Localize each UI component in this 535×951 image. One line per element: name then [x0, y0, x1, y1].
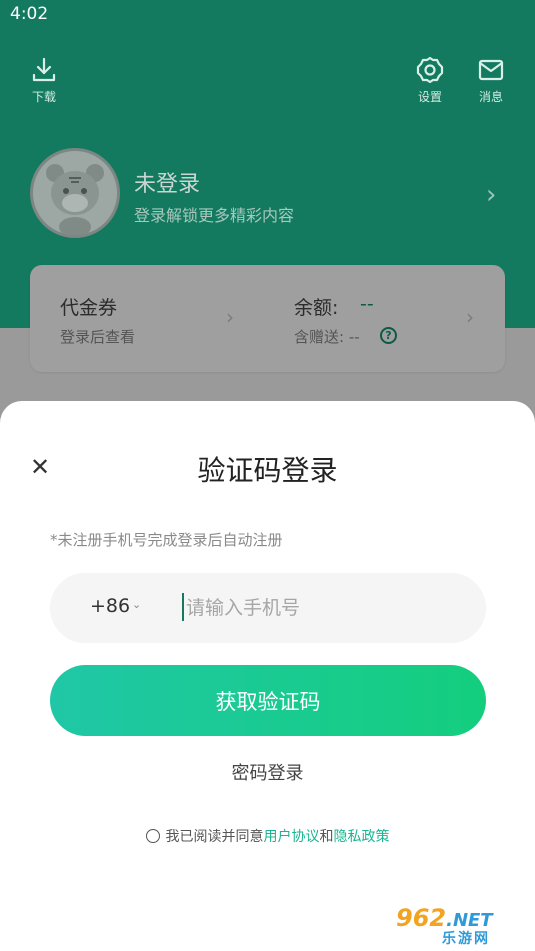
password-login-link[interactable]: 密码登录 [0, 759, 535, 785]
phone-input[interactable] [186, 589, 466, 627]
agreement-row: 我已阅读并同意用户协议和隐私政策 [0, 826, 535, 846]
download-button[interactable]: 下载 [18, 56, 70, 105]
app-screen: 4:02 下载 设置 消息 未登录 登录解锁更多精彩内容 › 代金券 登录后查看… [0, 0, 535, 951]
gear-icon [404, 56, 456, 84]
wallet-card: 代金券 登录后查看 › 余额: -- 含赠送: -- ? › [30, 265, 505, 372]
download-label: 下载 [31, 90, 56, 104]
gift-label: 含赠送: -- [294, 328, 360, 346]
chevron-right-icon[interactable]: › [226, 305, 234, 329]
tiger-mascot-icon [46, 164, 104, 235]
balance-label[interactable]: 余额: [294, 293, 338, 320]
sheet-title: 验证码登录 [197, 454, 338, 487]
chevron-right-icon[interactable]: › [486, 180, 496, 210]
user-subtitle: 登录解锁更多精彩内容 [134, 206, 295, 225]
balance-value: -- [360, 293, 374, 315]
text-cursor [182, 593, 184, 621]
mail-icon [465, 56, 517, 84]
voucher-label[interactable]: 代金券 [60, 293, 117, 320]
country-code-select[interactable]: +86 [90, 595, 130, 617]
voucher-subtitle: 登录后查看 [60, 328, 136, 346]
download-icon [18, 56, 70, 84]
agreement-prefix: 我已阅读并同意 [165, 829, 264, 845]
login-sheet: ✕ 验证码登录 *未注册手机号完成登录后自动注册 +86 ⌄ 获取验证码 密码登… [0, 401, 535, 951]
register-hint: *未注册手机号完成登录后自动注册 [50, 531, 283, 549]
help-icon[interactable]: ? [380, 327, 397, 344]
get-code-button[interactable]: 获取验证码 [50, 665, 486, 736]
messages-button[interactable]: 消息 [465, 56, 517, 105]
privacy-policy-link[interactable]: 隐私政策 [334, 829, 390, 845]
user-name[interactable]: 未登录 [134, 166, 200, 198]
status-bar-time: 4:02 [10, 4, 49, 24]
user-agreement-link[interactable]: 用户协议 [264, 829, 320, 845]
agreement-radio[interactable] [145, 829, 160, 843]
phone-field: +86 ⌄ [50, 573, 486, 643]
settings-label: 设置 [417, 90, 442, 104]
settings-button[interactable]: 设置 [404, 56, 456, 105]
chevron-down-icon[interactable]: ⌄ [132, 598, 141, 611]
watermark-text: 乐游网 [442, 931, 490, 947]
chevron-right-icon[interactable]: › [466, 305, 474, 329]
messages-label: 消息 [478, 90, 503, 104]
site-watermark-logo: 962.NET 乐游网 [396, 904, 528, 947]
agreement-and: 和 [319, 829, 334, 845]
avatar[interactable] [30, 148, 120, 238]
